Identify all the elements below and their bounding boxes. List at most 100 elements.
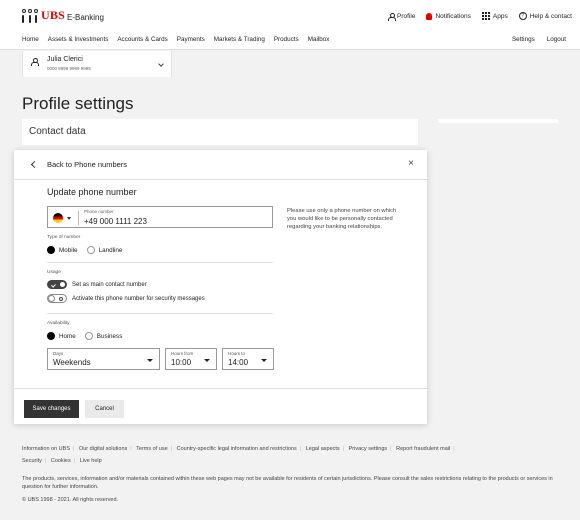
cancel-button[interactable]: Cancel: [85, 400, 124, 418]
availability-label: Availability: [47, 321, 70, 326]
account-name: Julia Clerici: [47, 56, 83, 63]
apps-link[interactable]: Apps: [481, 12, 508, 20]
security-toggle-row: Activate this phone number for security …: [47, 294, 205, 303]
radio-landline-label: Landline: [98, 246, 123, 254]
footer-link[interactable]: Country-specific legal information and r…: [177, 446, 297, 452]
days-select[interactable]: Days Weekends: [47, 348, 160, 370]
caret-down-icon: [261, 359, 267, 362]
contact-data-card: Contact data: [22, 119, 418, 145]
grid-icon: [481, 12, 490, 20]
caret-down-icon[interactable]: [67, 217, 71, 220]
type-radio-group: Mobile Landline: [47, 246, 122, 254]
apps-label: Apps: [492, 12, 508, 20]
close-icon[interactable]: ×: [408, 158, 414, 169]
security-label: Activate this phone number for security …: [72, 295, 205, 302]
ubs-logo[interactable]: UBS: [22, 8, 65, 23]
footer-link[interactable]: Live help: [80, 458, 102, 464]
nav-assets[interactable]: Assets & Investments: [48, 36, 109, 50]
nav-markets[interactable]: Markets & Trading: [214, 36, 265, 50]
notifications-link[interactable]: Notifications: [426, 12, 471, 20]
main-nav: Home Assets & Investments Accounts & Car…: [0, 36, 580, 50]
account-number: 0000 8999 9999 9999: [47, 66, 91, 71]
divider: [78, 211, 79, 225]
hours-to-select[interactable]: Hours to 14:00: [222, 348, 274, 370]
germany-flag-icon[interactable]: [53, 213, 63, 223]
info-text: Please use only a phone number on which …: [287, 208, 397, 230]
update-phone-modal: Back to Phone numbers × Update phone num…: [14, 150, 427, 424]
account-selector[interactable]: Julia Clerici 0000 8999 9999 9999: [22, 51, 172, 77]
radio-mobile[interactable]: [47, 246, 55, 254]
nav-mailbox[interactable]: Mailbox: [308, 36, 330, 50]
main-contact-toggle-row: Set as main contact number: [47, 280, 147, 289]
footer-link[interactable]: Our digital solutions: [79, 446, 127, 452]
page-title: Profile settings: [22, 94, 134, 113]
divider: [14, 179, 427, 180]
radio-home-label: Home: [59, 332, 76, 340]
caret-down-icon: [204, 359, 210, 362]
nav-accounts[interactable]: Accounts & Cards: [117, 36, 167, 50]
help-link[interactable]: ? Help & contact: [518, 12, 572, 20]
footer-links: Information on UBS | Our digital solution…: [22, 446, 455, 464]
phone-value[interactable]: +49 000 1111 223: [84, 217, 147, 226]
help-label: Help & contact: [529, 12, 572, 20]
help-icon: ?: [518, 12, 527, 20]
nav-payments[interactable]: Payments: [177, 36, 205, 50]
footer-link[interactable]: Report fraudulent mail: [396, 446, 450, 452]
chevron-left-icon: [30, 160, 39, 169]
radio-home[interactable]: [47, 332, 55, 340]
footer-link[interactable]: Security: [22, 458, 42, 464]
hours-to-label: Hours to: [228, 351, 246, 356]
phone-input[interactable]: Phone number +49 000 1111 223: [47, 206, 273, 228]
notifications-label: Notifications: [435, 12, 471, 20]
bell-icon: [426, 12, 433, 20]
top-links: Profile Notifications Apps ? Help & cont…: [388, 12, 572, 21]
side-card: [438, 119, 558, 123]
section-title: Contact data: [29, 126, 86, 137]
keys-icon: [22, 8, 38, 23]
footer-copyright: © UBS 1998 - 2021. All rights reserved.: [22, 497, 119, 503]
radio-landline[interactable]: [86, 246, 95, 254]
days-value: Weekends: [53, 358, 91, 367]
header: UBS E-Banking Profile Notifications Apps…: [0, 0, 580, 50]
type-label: Type of number: [47, 235, 81, 240]
nav-right: Settings Logout: [512, 36, 566, 43]
person-icon: [388, 12, 397, 21]
hours-to-value: 14:00: [228, 358, 249, 367]
hours-from-label: Hours from: [171, 351, 194, 356]
hours-from-select[interactable]: Hours from 10:00: [165, 348, 217, 370]
back-button[interactable]: Back to Phone numbers: [30, 160, 128, 169]
days-label: Days: [53, 351, 64, 356]
footer-link[interactable]: Cookies: [51, 458, 71, 464]
profile-label: Profile: [397, 12, 416, 20]
settings-link[interactable]: Settings: [512, 36, 535, 43]
save-changes-button[interactable]: Save changes: [24, 400, 79, 418]
footer-link[interactable]: Legal aspects: [306, 446, 340, 452]
footer-legal: The products, services, information and/…: [22, 476, 553, 490]
divider: [47, 313, 273, 314]
footer-link[interactable]: Terms of use: [136, 446, 167, 452]
security-toggle[interactable]: [47, 294, 67, 303]
chevron-down-icon: [158, 61, 164, 67]
hours-from-value: 10:00: [171, 358, 192, 367]
nav-home[interactable]: Home: [22, 36, 39, 50]
logout-link[interactable]: Logout: [547, 36, 566, 43]
main-contact-label: Set as main contact number: [72, 281, 147, 288]
profile-link[interactable]: Profile: [388, 12, 416, 21]
availability-radio-group: Home Business: [47, 332, 122, 340]
phone-label: Phone number: [84, 209, 114, 214]
usage-label: Usage: [47, 270, 61, 275]
divider: [14, 388, 427, 389]
radio-business-label: Business: [96, 332, 123, 340]
person-icon: [31, 58, 39, 66]
product-name: E-Banking: [67, 13, 104, 22]
nav-products[interactable]: Products: [274, 36, 299, 50]
main-contact-toggle[interactable]: [47, 280, 67, 289]
modal-heading: Update phone number: [47, 187, 137, 197]
footer-link[interactable]: Information on UBS: [22, 446, 70, 452]
radio-business[interactable]: [84, 332, 93, 340]
caret-down-icon: [147, 359, 153, 362]
footer-link[interactable]: Privacy settings: [349, 446, 388, 452]
divider: [47, 262, 273, 263]
back-label: Back to Phone numbers: [47, 160, 128, 169]
radio-mobile-label: Mobile: [59, 246, 78, 254]
